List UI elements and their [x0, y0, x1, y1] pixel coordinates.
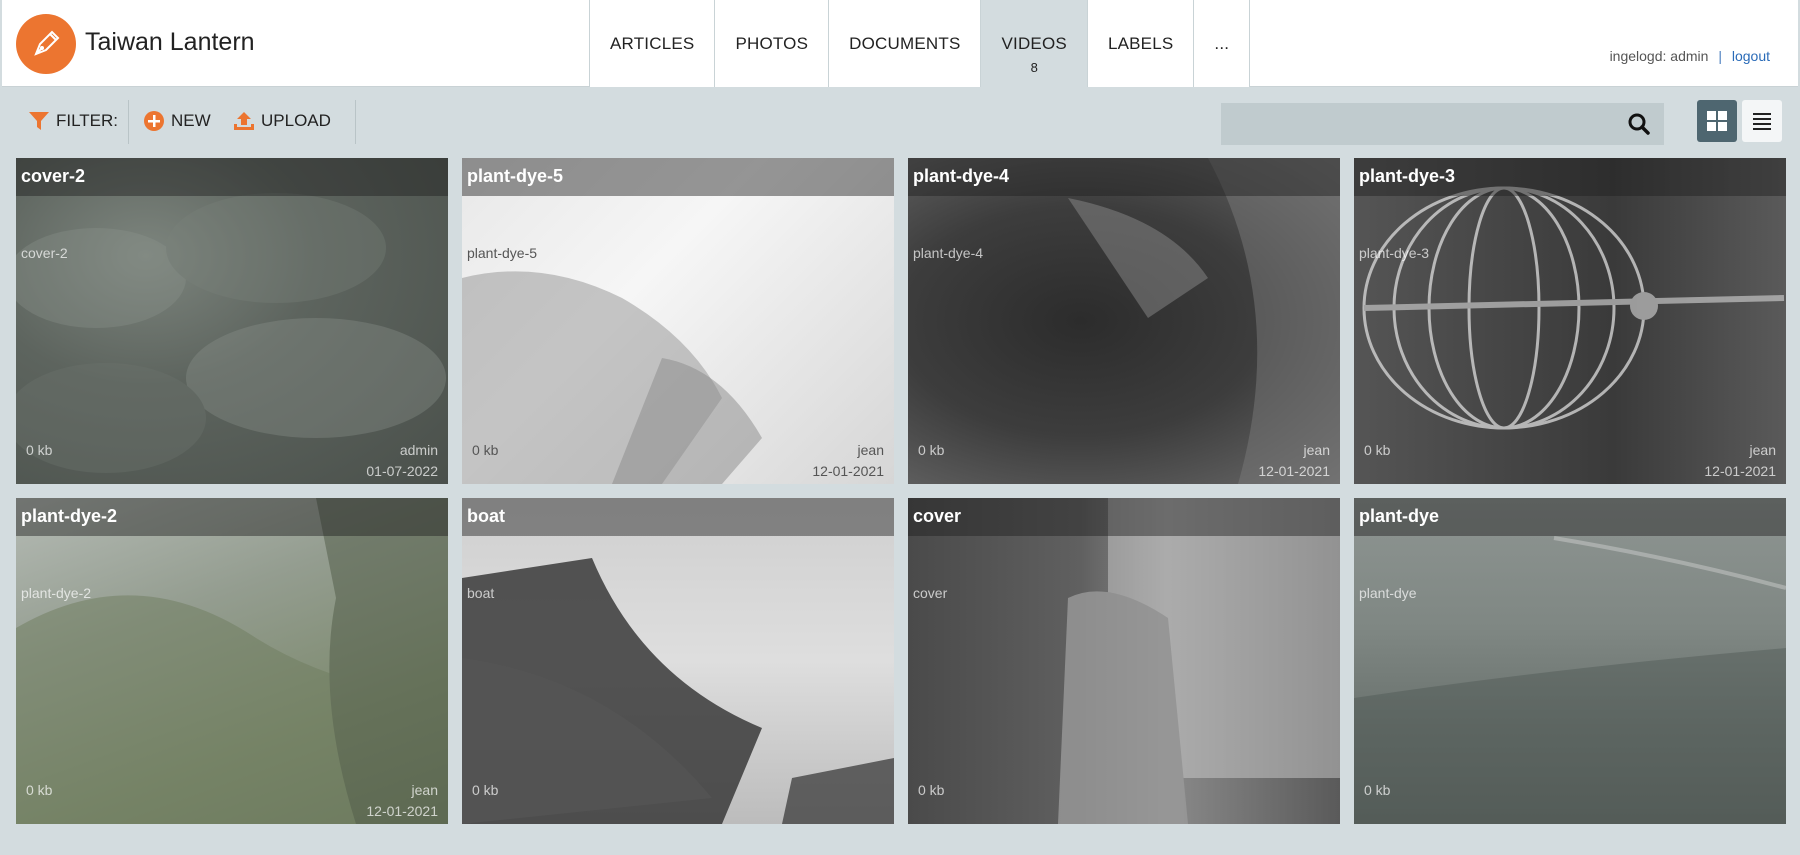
video-name: plant-dye-4: [913, 245, 984, 261]
video-card[interactable]: plant-dye-5 plant-dye-5 0 kb jean 12-01-…: [462, 158, 894, 484]
video-size: 0 kb: [1364, 782, 1391, 798]
video-name: cover: [913, 585, 948, 601]
tab-label: LABELS: [1107, 34, 1174, 53]
video-name: cover-2: [21, 245, 68, 261]
video-size: 0 kb: [918, 442, 945, 458]
list-icon: [1753, 113, 1771, 130]
tab-documents[interactable]: DOCUMENTS: [828, 0, 981, 87]
tab-label: ARTICLES: [610, 34, 695, 53]
video-date: 12-01-2021: [366, 803, 438, 819]
video-name: boat: [467, 585, 495, 601]
logout-link[interactable]: logout: [1732, 48, 1770, 64]
video-title: plant-dye-3: [1354, 158, 1786, 196]
filter-label: FILTER:: [56, 111, 119, 130]
logged-in-user: ingelogd: admin: [1609, 48, 1709, 64]
video-author: jean: [411, 782, 438, 798]
list-view-button[interactable]: [1742, 100, 1782, 142]
upload-icon: [234, 112, 254, 130]
video-card[interactable]: plant-dye plant-dye 0 kb: [1354, 498, 1786, 824]
video-size: 0 kb: [1364, 442, 1391, 458]
video-title: cover: [908, 498, 1340, 536]
search-icon[interactable]: [1628, 113, 1650, 140]
video-thumbnail: [16, 158, 448, 484]
video-name: plant-dye-2: [21, 585, 92, 601]
tab-videos[interactable]: VIDEOS 8: [980, 0, 1087, 87]
user-info: ingelogd: admin | logout: [1610, 48, 1770, 64]
video-card[interactable]: plant-dye-3 plant-dye-3 0 kb jean 12-01-…: [1354, 158, 1786, 484]
video-thumbnail: [908, 158, 1340, 484]
tab-labels[interactable]: LABELS: [1086, 0, 1194, 87]
video-author: admin: [399, 442, 438, 458]
plus-circle-icon: [144, 111, 164, 131]
toolbar: FILTER: NEW UPLOAD: [0, 88, 1800, 156]
grid-view-button[interactable]: [1697, 100, 1737, 142]
video-size: 0 kb: [918, 782, 945, 798]
filter-icon: [29, 112, 49, 130]
tab-label: PHOTOS: [735, 34, 809, 53]
video-title: plant-dye-2: [16, 498, 448, 536]
tab-count-badge: 8: [1030, 60, 1038, 75]
main-nav-tabs: ARTICLES PHOTOS DOCUMENTS VIDEOS 8 LABEL…: [589, 0, 1251, 87]
video-name: plant-dye: [1359, 585, 1417, 601]
new-button[interactable]: NEW: [143, 110, 211, 132]
tab-label: VIDEOS: [1001, 34, 1067, 53]
video-size: 0 kb: [26, 782, 53, 798]
video-size: 0 kb: [472, 442, 499, 458]
divider: [355, 100, 356, 144]
divider: [128, 100, 129, 144]
tab-photos[interactable]: PHOTOS: [714, 0, 829, 87]
video-author: jean: [1749, 442, 1776, 458]
tab-label: DOCUMENTS: [849, 34, 961, 53]
video-thumbnail: [16, 498, 448, 824]
video-card[interactable]: cover-2 cover-2 0 kb admin 01-07-2022: [16, 158, 448, 484]
video-title: plant-dye-4: [908, 158, 1340, 196]
tab-more[interactable]: ...: [1193, 0, 1251, 87]
video-thumbnail: [908, 498, 1340, 824]
video-title: plant-dye: [1354, 498, 1786, 536]
separator: |: [1718, 48, 1722, 64]
logo-pen-icon[interactable]: [16, 14, 76, 74]
video-size: 0 kb: [472, 782, 499, 798]
video-date: 12-01-2021: [812, 463, 884, 479]
video-card[interactable]: cover cover 0 kb: [908, 498, 1340, 824]
video-name: plant-dye-3: [1359, 245, 1430, 261]
video-title: plant-dye-5: [462, 158, 894, 196]
video-thumbnail: [462, 498, 894, 824]
video-thumbnail: [462, 158, 894, 484]
video-author: jean: [1303, 442, 1330, 458]
tab-label: ...: [1214, 34, 1230, 53]
app-title[interactable]: Taiwan Lantern: [85, 28, 255, 57]
video-date: 01-07-2022: [366, 463, 438, 479]
video-card[interactable]: plant-dye-4 plant-dye-4 0 kb jean 12-01-…: [908, 158, 1340, 484]
filter-button[interactable]: FILTER:: [28, 110, 118, 132]
video-size: 0 kb: [26, 442, 53, 458]
video-title: boat: [462, 498, 894, 536]
upload-label: UPLOAD: [261, 111, 331, 130]
video-author: jean: [857, 442, 884, 458]
tab-articles[interactable]: ARTICLES: [589, 0, 715, 87]
video-name: plant-dye-5: [467, 245, 538, 261]
search-input[interactable]: [1221, 103, 1664, 145]
upload-button[interactable]: UPLOAD: [233, 110, 331, 132]
video-card[interactable]: boat boat 0 kb: [462, 498, 894, 824]
grid-icon: [1707, 111, 1727, 131]
new-label: NEW: [171, 111, 211, 130]
video-date: 12-01-2021: [1704, 463, 1776, 479]
video-card[interactable]: plant-dye-2 plant-dye-2 0 kb jean 12-01-…: [16, 498, 448, 824]
video-thumbnail: [1354, 498, 1786, 824]
video-thumbnail: [1354, 158, 1786, 484]
top-bar: Taiwan Lantern ARTICLES PHOTOS DOCUMENTS…: [2, 0, 1798, 87]
video-title: cover-2: [16, 158, 448, 196]
video-date: 12-01-2021: [1258, 463, 1330, 479]
